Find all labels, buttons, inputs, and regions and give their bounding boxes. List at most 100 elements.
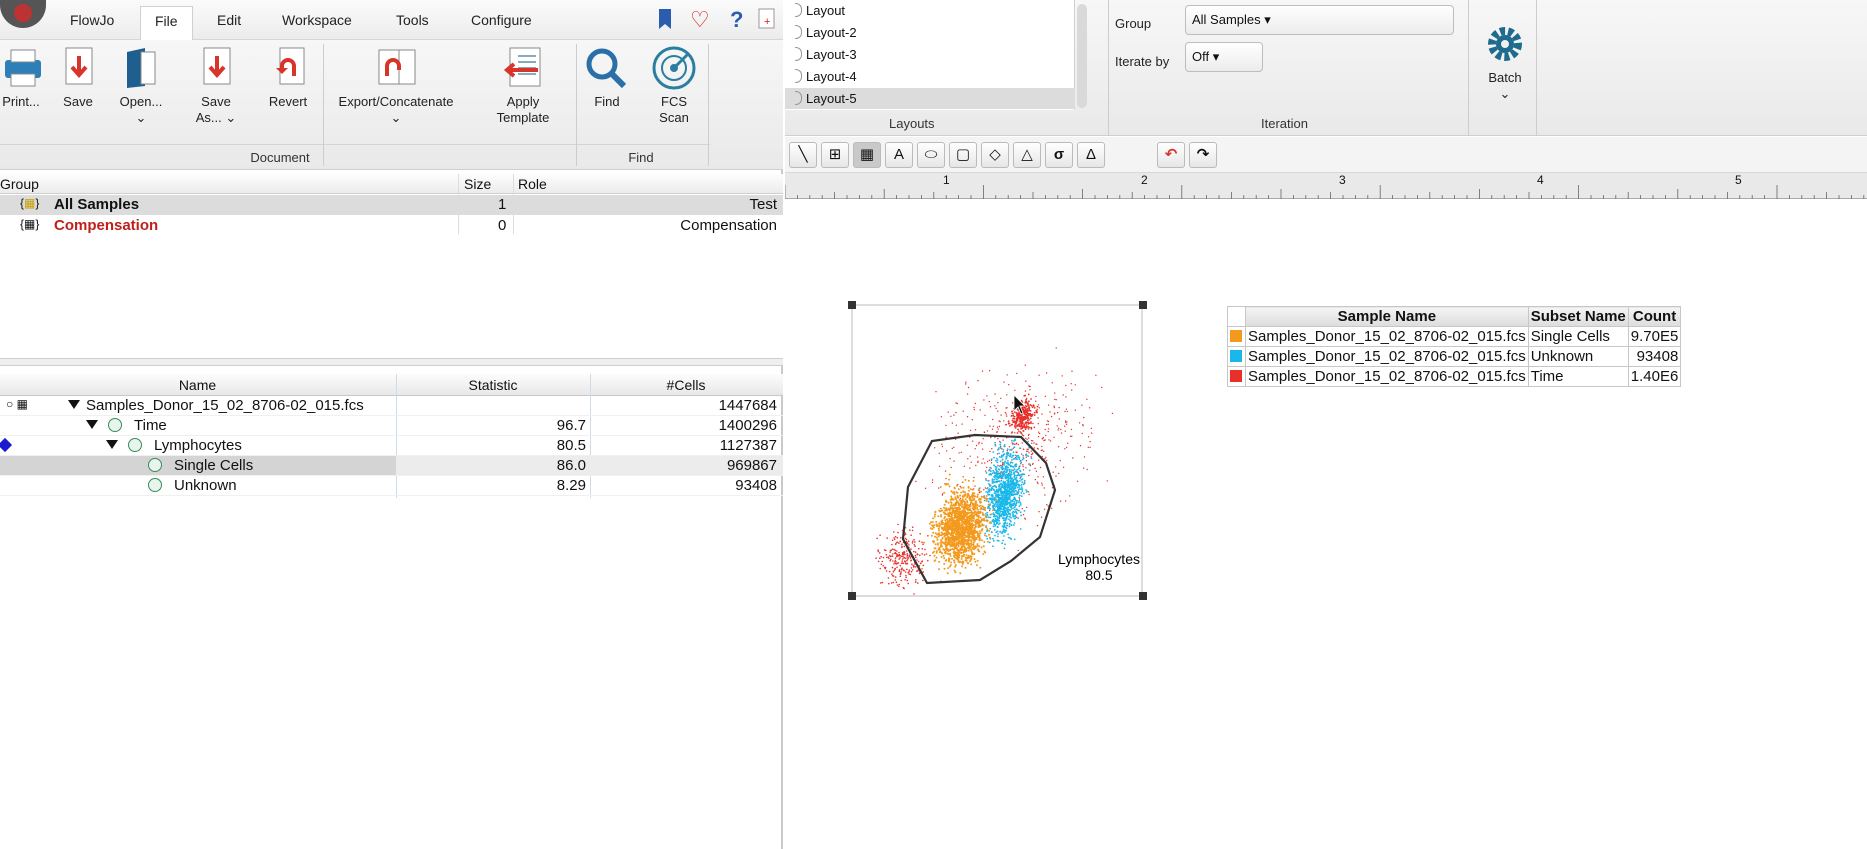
event-dot: [897, 555, 899, 557]
event-dot: [999, 473, 1002, 475]
event-dot: [993, 499, 995, 501]
menu-file[interactable]: File: [140, 6, 193, 40]
resize-handle[interactable]: [1139, 301, 1147, 309]
find-button[interactable]: Find: [580, 46, 634, 110]
flowjo-logo[interactable]: [0, 0, 46, 28]
event-dot: [1064, 448, 1066, 450]
event-dot: [1015, 490, 1018, 492]
event-dot: [1013, 475, 1016, 478]
save-button[interactable]: Save: [58, 46, 98, 110]
menu-configure[interactable]: Configure: [471, 12, 532, 28]
event-dot: [924, 548, 926, 551]
event-dot: [1008, 384, 1010, 386]
print-button[interactable]: Print...: [0, 46, 48, 110]
triangle-tool[interactable]: △: [1013, 142, 1041, 168]
event-dot: [1008, 471, 1011, 473]
heart-icon[interactable]: ♡: [690, 8, 710, 32]
event-dot: [892, 575, 895, 577]
event-dot: [973, 494, 975, 497]
layout-item[interactable]: Layout-4: [785, 66, 1075, 87]
export-concatenate-button[interactable]: Export/Concatenate ⌄: [326, 46, 466, 126]
menu-workspace[interactable]: Workspace: [282, 12, 352, 28]
svg-text:+: +: [764, 16, 770, 28]
event-dot: [972, 541, 975, 544]
table-tool[interactable]: ⊞: [821, 142, 849, 168]
event-dot: [967, 386, 970, 389]
revert-button[interactable]: Revert: [264, 46, 312, 110]
layouts-scrollbar[interactable]: [1077, 4, 1087, 108]
layout-canvas[interactable]: Lymphocytes 80.5 Sample Name Subset Name…: [785, 200, 1867, 849]
header-name[interactable]: Name: [0, 377, 395, 393]
batch-button[interactable]: Batch ⌄: [1475, 22, 1535, 102]
sigma-tool[interactable]: σ: [1045, 142, 1073, 168]
pane-splitter[interactable]: [0, 358, 783, 366]
text-tool[interactable]: A: [885, 142, 913, 168]
menu-tools[interactable]: Tools: [396, 12, 429, 28]
event-dot: [1006, 473, 1009, 476]
sample-row[interactable]: ○ ▦ Samples_Donor_15_02_8706-02_015.fcs …: [0, 396, 783, 416]
dot-plot[interactable]: Lymphocytes 80.5: [843, 298, 1153, 658]
event-dot: [881, 581, 884, 584]
header-cells[interactable]: #Cells: [592, 377, 780, 393]
group-folder-icon: {▦}: [20, 196, 40, 210]
redo-icon[interactable]: ↷: [1189, 142, 1217, 168]
event-dot: [953, 530, 956, 532]
event-dot: [958, 528, 961, 531]
menu-edit[interactable]: Edit: [217, 12, 241, 28]
iterate-by-dropdown[interactable]: Off ▾: [1185, 42, 1263, 72]
rounded-rect-tool[interactable]: ▢: [949, 142, 977, 168]
header-group[interactable]: Group: [0, 176, 39, 192]
gate-row-lymphocytes[interactable]: Lymphocytes 80.5 1127387: [0, 436, 783, 456]
line-tool[interactable]: ╲: [789, 142, 817, 168]
event-dot: [994, 525, 996, 527]
header-statistic[interactable]: Statistic: [398, 377, 588, 393]
new-document-icon[interactable]: +: [758, 8, 776, 35]
layout-item-selected[interactable]: Layout-5: [785, 88, 1075, 109]
delta-tool[interactable]: Δ: [1077, 142, 1105, 168]
event-dot: [1028, 463, 1031, 466]
event-dot: [971, 507, 974, 510]
group-row-all-samples[interactable]: {▦} All Samples 1 Test: [0, 195, 783, 215]
resize-handle[interactable]: [848, 592, 856, 600]
gate-row-single-cells[interactable]: Single Cells: [0, 456, 396, 476]
expand-toggle-icon[interactable]: [68, 397, 80, 414]
layout-item[interactable]: Layout-3: [785, 44, 1075, 65]
layout-item[interactable]: Layout-2: [785, 22, 1075, 43]
event-dot: [1022, 454, 1025, 457]
gate-row-single-cells-values[interactable]: 86.0 969867: [396, 456, 783, 476]
bookmark-icon[interactable]: [657, 8, 673, 35]
undo-icon[interactable]: ↶: [1157, 142, 1185, 168]
event-dot: [1005, 529, 1007, 532]
layout-item[interactable]: Layout: [785, 0, 1075, 21]
diamond-tool[interactable]: ◇: [981, 142, 1009, 168]
ellipse-tool[interactable]: ⬭: [917, 142, 945, 168]
event-dot: [986, 513, 989, 516]
expand-toggle-icon[interactable]: [106, 437, 118, 454]
header-role[interactable]: Role: [518, 176, 547, 192]
event-dot: [1012, 466, 1015, 468]
open-button[interactable]: Open... ⌄: [112, 46, 170, 126]
help-icon[interactable]: ?: [730, 8, 743, 32]
event-dot: [962, 517, 965, 519]
group-row-compensation[interactable]: {▦} Compensation 0 Compensation: [0, 216, 783, 236]
event-dot: [1055, 399, 1057, 401]
event-dot: [1017, 456, 1020, 459]
event-dot: [975, 536, 978, 539]
gate-row-unknown[interactable]: Unknown 8.29 93408: [0, 476, 783, 496]
header-size[interactable]: Size: [464, 176, 491, 192]
resize-handle[interactable]: [1139, 592, 1147, 600]
expand-toggle-icon[interactable]: [86, 417, 98, 434]
legend-table[interactable]: Sample Name Subset Name Count Samples_Do…: [1227, 306, 1682, 387]
resize-handle[interactable]: [848, 301, 856, 309]
apply-template-button[interactable]: Apply Template: [488, 46, 558, 126]
menu-flowjo[interactable]: FlowJo: [70, 12, 114, 28]
save-as-button[interactable]: Save As... ⌄: [190, 46, 242, 126]
event-dot: [997, 464, 999, 467]
event-dot: [935, 520, 938, 523]
gate-row-time[interactable]: Time 96.7 1400296: [0, 416, 783, 436]
group-dropdown[interactable]: All Samples ▾: [1185, 5, 1454, 35]
event-dot: [970, 550, 973, 553]
fcs-scan-button[interactable]: FCS Scan: [646, 46, 702, 126]
grid-tool[interactable]: ▦: [853, 142, 881, 168]
event-dot: [959, 497, 962, 499]
